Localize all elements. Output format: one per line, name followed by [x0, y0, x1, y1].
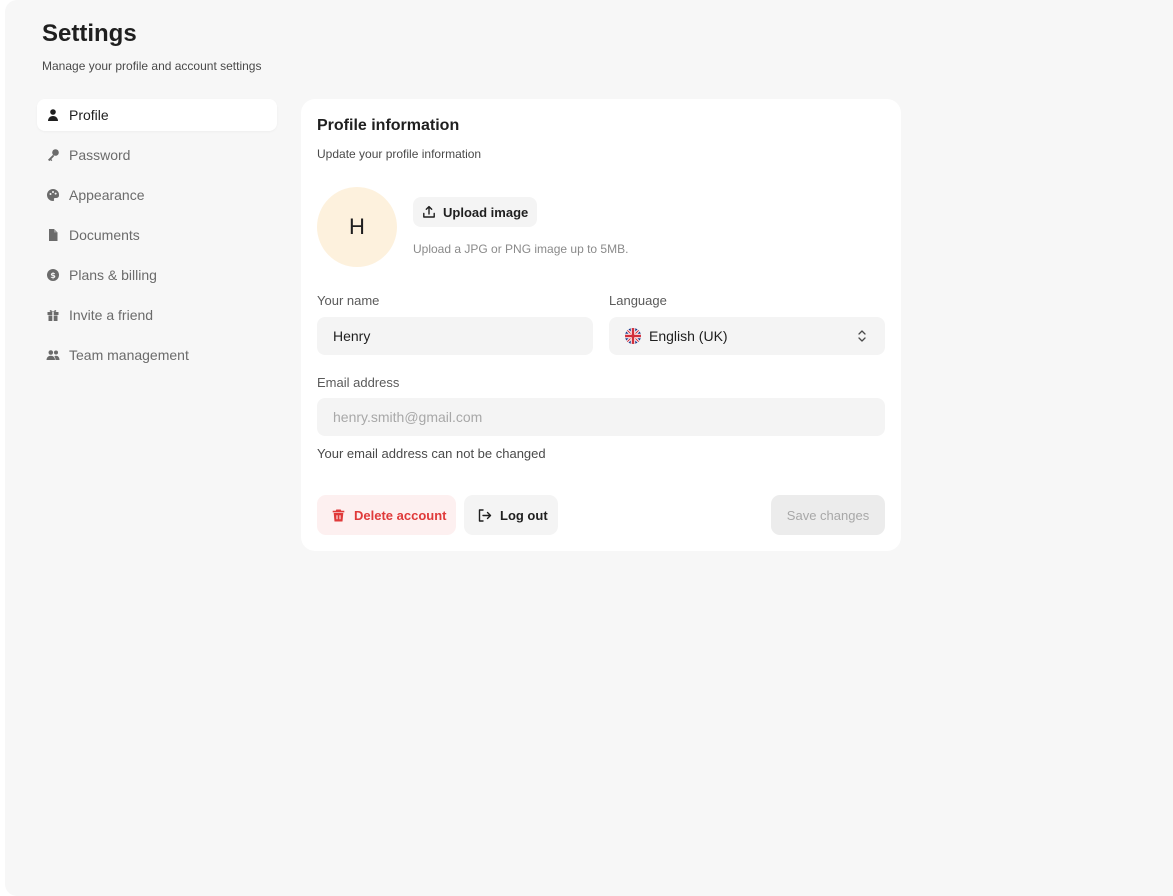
upload-hint: Upload a JPG or PNG image up to 5MB. [413, 242, 629, 256]
sidebar-item-label: Appearance [69, 187, 145, 203]
save-changes-label: Save changes [786, 507, 870, 523]
delete-account-label: Delete account [354, 507, 447, 523]
upload-icon [423, 205, 435, 218]
profile-card: Profile information Update your profile … [301, 99, 901, 551]
sidebar-item-team-management[interactable]: Team management [37, 339, 277, 371]
sidebar-item-label: Profile [69, 107, 109, 123]
name-label: Your name [317, 293, 380, 308]
logout-button[interactable]: Log out [464, 495, 558, 535]
delete-account-button[interactable]: Delete account [317, 495, 456, 535]
page-title: Settings [42, 20, 137, 47]
uk-flag-icon [625, 328, 641, 344]
palette-icon [46, 188, 60, 202]
document-icon [46, 228, 60, 242]
avatar: H [317, 187, 397, 267]
upload-image-button[interactable]: Upload image [413, 197, 538, 227]
page-subtitle: Manage your profile and account settings [42, 59, 262, 73]
gift-icon [46, 308, 60, 322]
sidebar-item-label: Documents [69, 227, 140, 243]
name-value: Henry [333, 328, 371, 344]
email-placeholder: henry.smith@gmail.com [333, 409, 483, 425]
sidebar-item-documents[interactable]: Documents [37, 219, 277, 251]
sidebar-item-password[interactable]: Password [37, 139, 277, 171]
sidebar-item-profile[interactable]: Profile [37, 99, 277, 131]
profile-card-subtitle: Update your profile information [317, 147, 482, 161]
user-icon [46, 108, 60, 122]
key-icon [46, 148, 60, 162]
sidebar-item-appearance[interactable]: Appearance [37, 179, 277, 211]
sidebar-item-label: Password [69, 147, 131, 163]
chevron-up-down-icon [858, 330, 866, 342]
language-label: Language [609, 293, 667, 308]
sidebar-item-label: Team management [69, 347, 189, 363]
svg-text:$: $ [50, 271, 56, 280]
sidebar-item-label: Plans & billing [69, 267, 157, 283]
logout-icon [478, 508, 492, 522]
profile-card-title: Profile information [317, 117, 460, 134]
language-select[interactable]: English (UK) [609, 317, 885, 355]
logout-label: Log out [500, 507, 548, 523]
name-field[interactable]: Henry [317, 317, 593, 355]
dollar-icon: $ [46, 268, 60, 282]
settings-sidebar: Profile Password Appearance Documents $ … [37, 99, 277, 379]
email-label: Email address [317, 375, 400, 390]
sidebar-item-plans-billing[interactable]: $ Plans & billing [37, 259, 277, 291]
team-icon [46, 348, 60, 362]
language-value: English (UK) [649, 328, 728, 344]
sidebar-item-invite-friend[interactable]: Invite a friend [37, 299, 277, 331]
sidebar-item-label: Invite a friend [69, 307, 154, 323]
upload-image-label: Upload image [443, 204, 529, 220]
email-hint: Your email address can not be changed [317, 446, 546, 461]
trash-icon [332, 509, 345, 521]
email-field[interactable]: henry.smith@gmail.com [317, 398, 885, 436]
save-changes-button[interactable]: Save changes [771, 495, 885, 535]
